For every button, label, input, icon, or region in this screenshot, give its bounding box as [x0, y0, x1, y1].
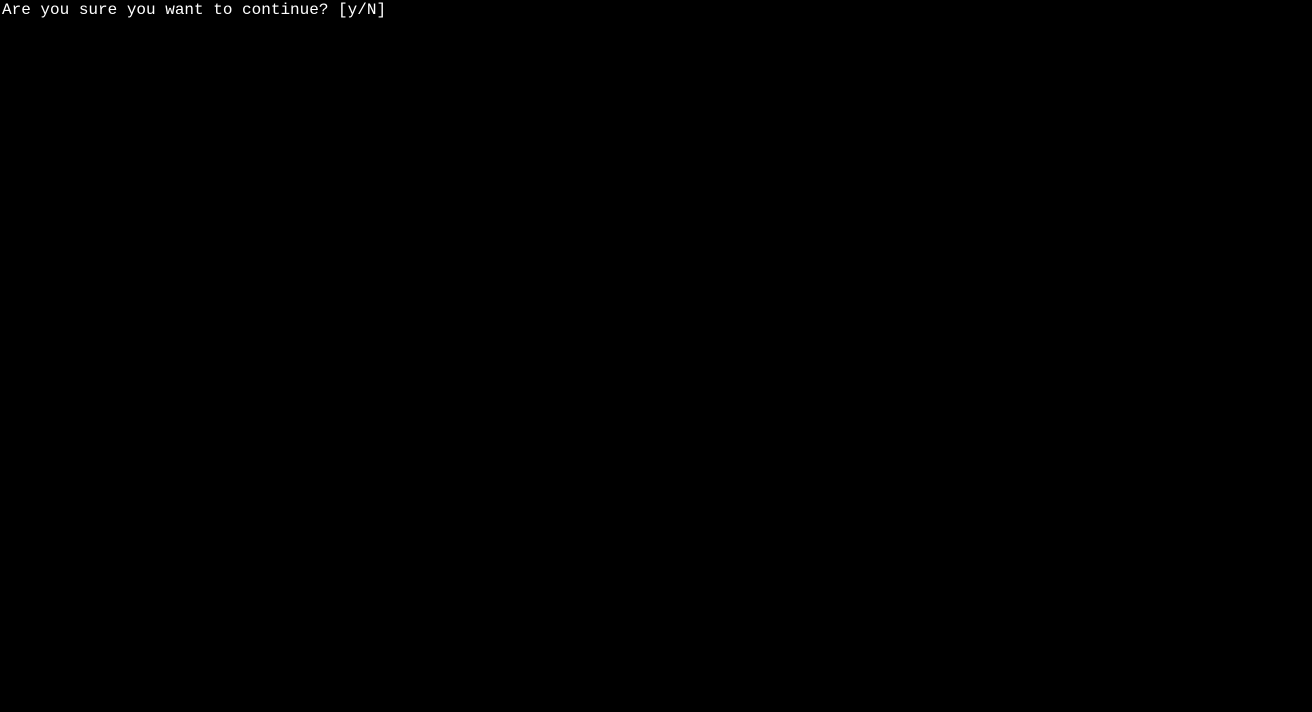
- confirmation-prompt: Are you sure you want to continue? [y/N]: [2, 1, 396, 19]
- terminal-window[interactable]: Are you sure you want to continue? [y/N]: [0, 0, 1312, 712]
